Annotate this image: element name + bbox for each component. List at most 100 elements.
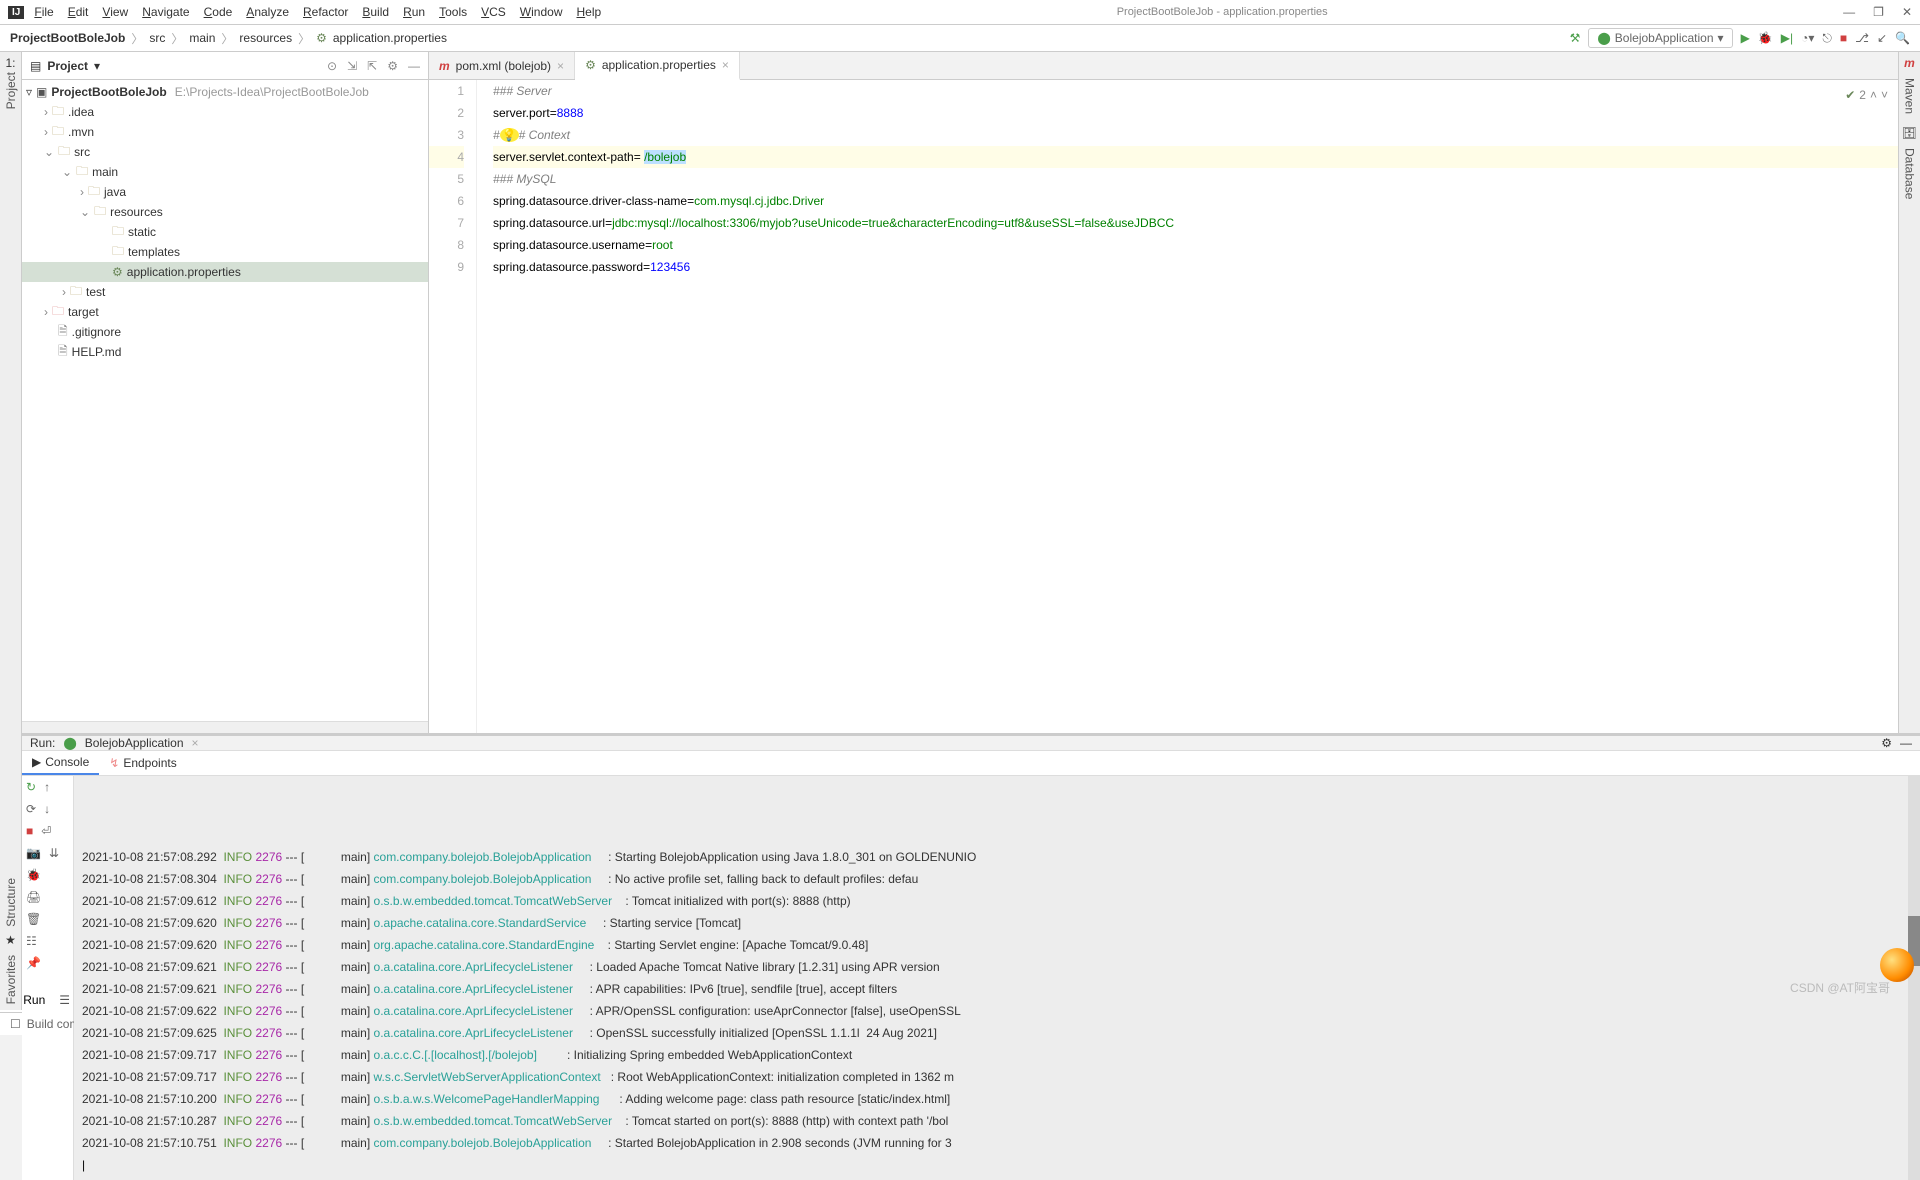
expand-all-icon[interactable]: ⇲ [347, 59, 357, 73]
menu-refactor[interactable]: Refactor [303, 5, 348, 19]
maximize-button[interactable]: ❐ [1873, 5, 1884, 19]
menu-file[interactable]: File [34, 5, 53, 19]
up-icon[interactable]: ↑ [44, 780, 50, 794]
inspection-count: 2 [1859, 84, 1866, 106]
code-editor[interactable]: ✔2 ˄ ˅ 123456789 ### Serverserver.port=8… [429, 80, 1898, 733]
menu-code[interactable]: Code [204, 5, 233, 19]
collapse-all-icon[interactable]: ⇱ [367, 59, 377, 73]
code-content[interactable]: ### Serverserver.port=8888#💡# Contextser… [477, 80, 1898, 733]
debug-button[interactable]: 🐞 [1758, 31, 1773, 45]
scroll-icon[interactable]: ⇊ [49, 846, 59, 860]
stop-button[interactable]: ■ [1840, 31, 1847, 45]
close-tab-icon[interactable]: × [722, 58, 729, 72]
tree-node-target[interactable]: › 🗀 target [22, 302, 428, 322]
update-icon[interactable]: ⟳ [26, 802, 36, 816]
tree-node-src[interactable]: ⌄ 🗀 src [22, 142, 428, 162]
toolbar-right: ⚒ ⬤ BolejobApplication ▾ ▶ 🐞 ▶| ◔▾ ⎋ ■ ⎇… [1570, 28, 1910, 48]
log-line: 2021-10-08 21:57:08.292 INFO 2276 --- [ … [82, 846, 1912, 868]
menu-help[interactable]: Help [576, 5, 601, 19]
log-line: 2021-10-08 21:57:08.304 INFO 2276 --- [ … [82, 868, 1912, 890]
inspection-widget[interactable]: ✔2 ˄ ˅ [1845, 84, 1888, 106]
pin-icon[interactable]: 📌 [26, 956, 41, 970]
attach-button[interactable]: ⎋ [1822, 31, 1832, 46]
menu-edit[interactable]: Edit [68, 5, 89, 19]
tree-node-application-properties[interactable]: ⚙ application.properties [22, 262, 428, 282]
right-tool-strip[interactable]: m Maven 🗄 Database [1898, 52, 1920, 733]
tree-node--idea[interactable]: › 🗀 .idea [22, 102, 428, 122]
tree-node--mvn[interactable]: › 🗀 .mvn [22, 122, 428, 142]
layout-icon[interactable]: ☷ [26, 934, 37, 948]
gear-icon[interactable]: ⚙ [1881, 736, 1892, 750]
project-tree[interactable]: ▿ ▣ ProjectBootBoleJob E:\Projects-Idea\… [22, 80, 428, 721]
line-gutter[interactable]: 123456789 [429, 80, 477, 733]
menu-window[interactable]: Window [520, 5, 563, 19]
rerun-icon[interactable]: ↻ [26, 780, 36, 794]
database-tool-label[interactable]: Database [1903, 148, 1917, 199]
structure-tool-label[interactable]: Structure [4, 878, 18, 927]
chevron-down-icon[interactable]: ▾ [94, 59, 100, 73]
gear-icon[interactable]: ⚙ [387, 59, 398, 73]
camera-icon[interactable]: 📷 [26, 846, 41, 860]
left-tool-strip-bottom[interactable]: Structure ★ Favorites [0, 460, 22, 1010]
close-tab-icon[interactable]: × [557, 59, 564, 73]
chevron-up-icon[interactable]: ˄ [1870, 84, 1877, 106]
editor-area: mpom.xml (bolejob)×⚙application.properti… [429, 52, 1898, 733]
close-tab-icon[interactable]: × [192, 736, 199, 750]
trash-icon[interactable]: 🗑 [26, 912, 41, 926]
breadcrumb-segment[interactable]: ProjectBootBoleJob [10, 31, 125, 45]
coverage-button[interactable]: ▶| [1781, 31, 1793, 45]
status-icon[interactable]: ☐ [10, 1017, 21, 1031]
run-app-tab[interactable]: BolejobApplication [85, 736, 184, 750]
stop-icon[interactable]: ■ [26, 824, 33, 838]
horizontal-scrollbar[interactable] [22, 721, 428, 733]
editor-tab-application-properties[interactable]: ⚙application.properties× [575, 52, 740, 80]
run-config-selector[interactable]: ⬤ BolejobApplication ▾ [1588, 28, 1732, 48]
tree-node-test[interactable]: › 🗀 test [22, 282, 428, 302]
breadcrumb[interactable]: ProjectBootBoleJob〉src〉main〉resources〉⚙ … [10, 30, 447, 47]
update-button[interactable]: ↙ [1877, 31, 1887, 45]
hide-icon[interactable]: — [408, 59, 420, 73]
minimize-button[interactable]: — [1843, 5, 1855, 19]
close-button[interactable]: ✕ [1902, 5, 1912, 19]
console-tab[interactable]: ▶Console [22, 751, 99, 775]
build-icon[interactable]: ⚒ [1570, 31, 1581, 45]
menu-build[interactable]: Build [362, 5, 389, 19]
console-scrollbar[interactable] [1908, 776, 1920, 1180]
menu-navigate[interactable]: Navigate [142, 5, 189, 19]
editor-tab-pom-xml--bolejob-[interactable]: mpom.xml (bolejob)× [429, 52, 575, 79]
run-button[interactable]: ▶ [1741, 31, 1750, 45]
hide-icon[interactable]: — [1900, 736, 1912, 750]
menu-run[interactable]: Run [403, 5, 425, 19]
breadcrumb-segment[interactable]: application.properties [333, 31, 447, 45]
tree-node-resources[interactable]: ⌄ 🗀 resources [22, 202, 428, 222]
breadcrumb-segment[interactable]: main [189, 31, 215, 45]
wrap-icon[interactable]: ⏎ [41, 824, 51, 838]
endpoints-tab[interactable]: ↯Endpoints [99, 751, 186, 775]
assistant-icon[interactable] [1880, 948, 1914, 982]
maven-tool-label[interactable]: Maven [1903, 78, 1917, 114]
chevron-down-icon[interactable]: ˅ [1881, 84, 1888, 106]
menu-tools[interactable]: Tools [439, 5, 467, 19]
git-button[interactable]: ⎇ [1855, 31, 1869, 45]
profile-button[interactable]: ◔▾ [1801, 31, 1814, 45]
breadcrumb-segment[interactable]: src [149, 31, 165, 45]
menu-analyze[interactable]: Analyze [246, 5, 289, 19]
tree-node-HELP-md[interactable]: 🗎 HELP.md [22, 342, 428, 362]
search-button[interactable]: 🔍 [1895, 31, 1910, 45]
print-icon[interactable]: 🖨 [26, 890, 41, 904]
tree-node-main[interactable]: ⌄ 🗀 main [22, 162, 428, 182]
menu-vcs[interactable]: VCS [481, 5, 506, 19]
select-opened-icon[interactable]: ⊙ [327, 59, 337, 73]
down-icon[interactable]: ↓ [44, 802, 50, 816]
tree-node-templates[interactable]: 🗀 templates [22, 242, 428, 262]
project-tool-label[interactable]: Project [4, 72, 18, 109]
menu-view[interactable]: View [102, 5, 128, 19]
beans-icon[interactable]: 🐞 [26, 868, 41, 882]
favorites-tool-label[interactable]: Favorites [4, 955, 18, 1004]
breadcrumb-segment[interactable]: resources [239, 31, 292, 45]
tree-node--gitignore[interactable]: 🗎 .gitignore [22, 322, 428, 342]
tree-node-static[interactable]: 🗀 static [22, 222, 428, 242]
tree-node-java[interactable]: › 🗀 java [22, 182, 428, 202]
console-output[interactable]: 2021-10-08 21:57:08.292 INFO 2276 --- [ … [74, 776, 1920, 1180]
tree-root[interactable]: ▿ ▣ ProjectBootBoleJob E:\Projects-Idea\… [22, 82, 428, 102]
